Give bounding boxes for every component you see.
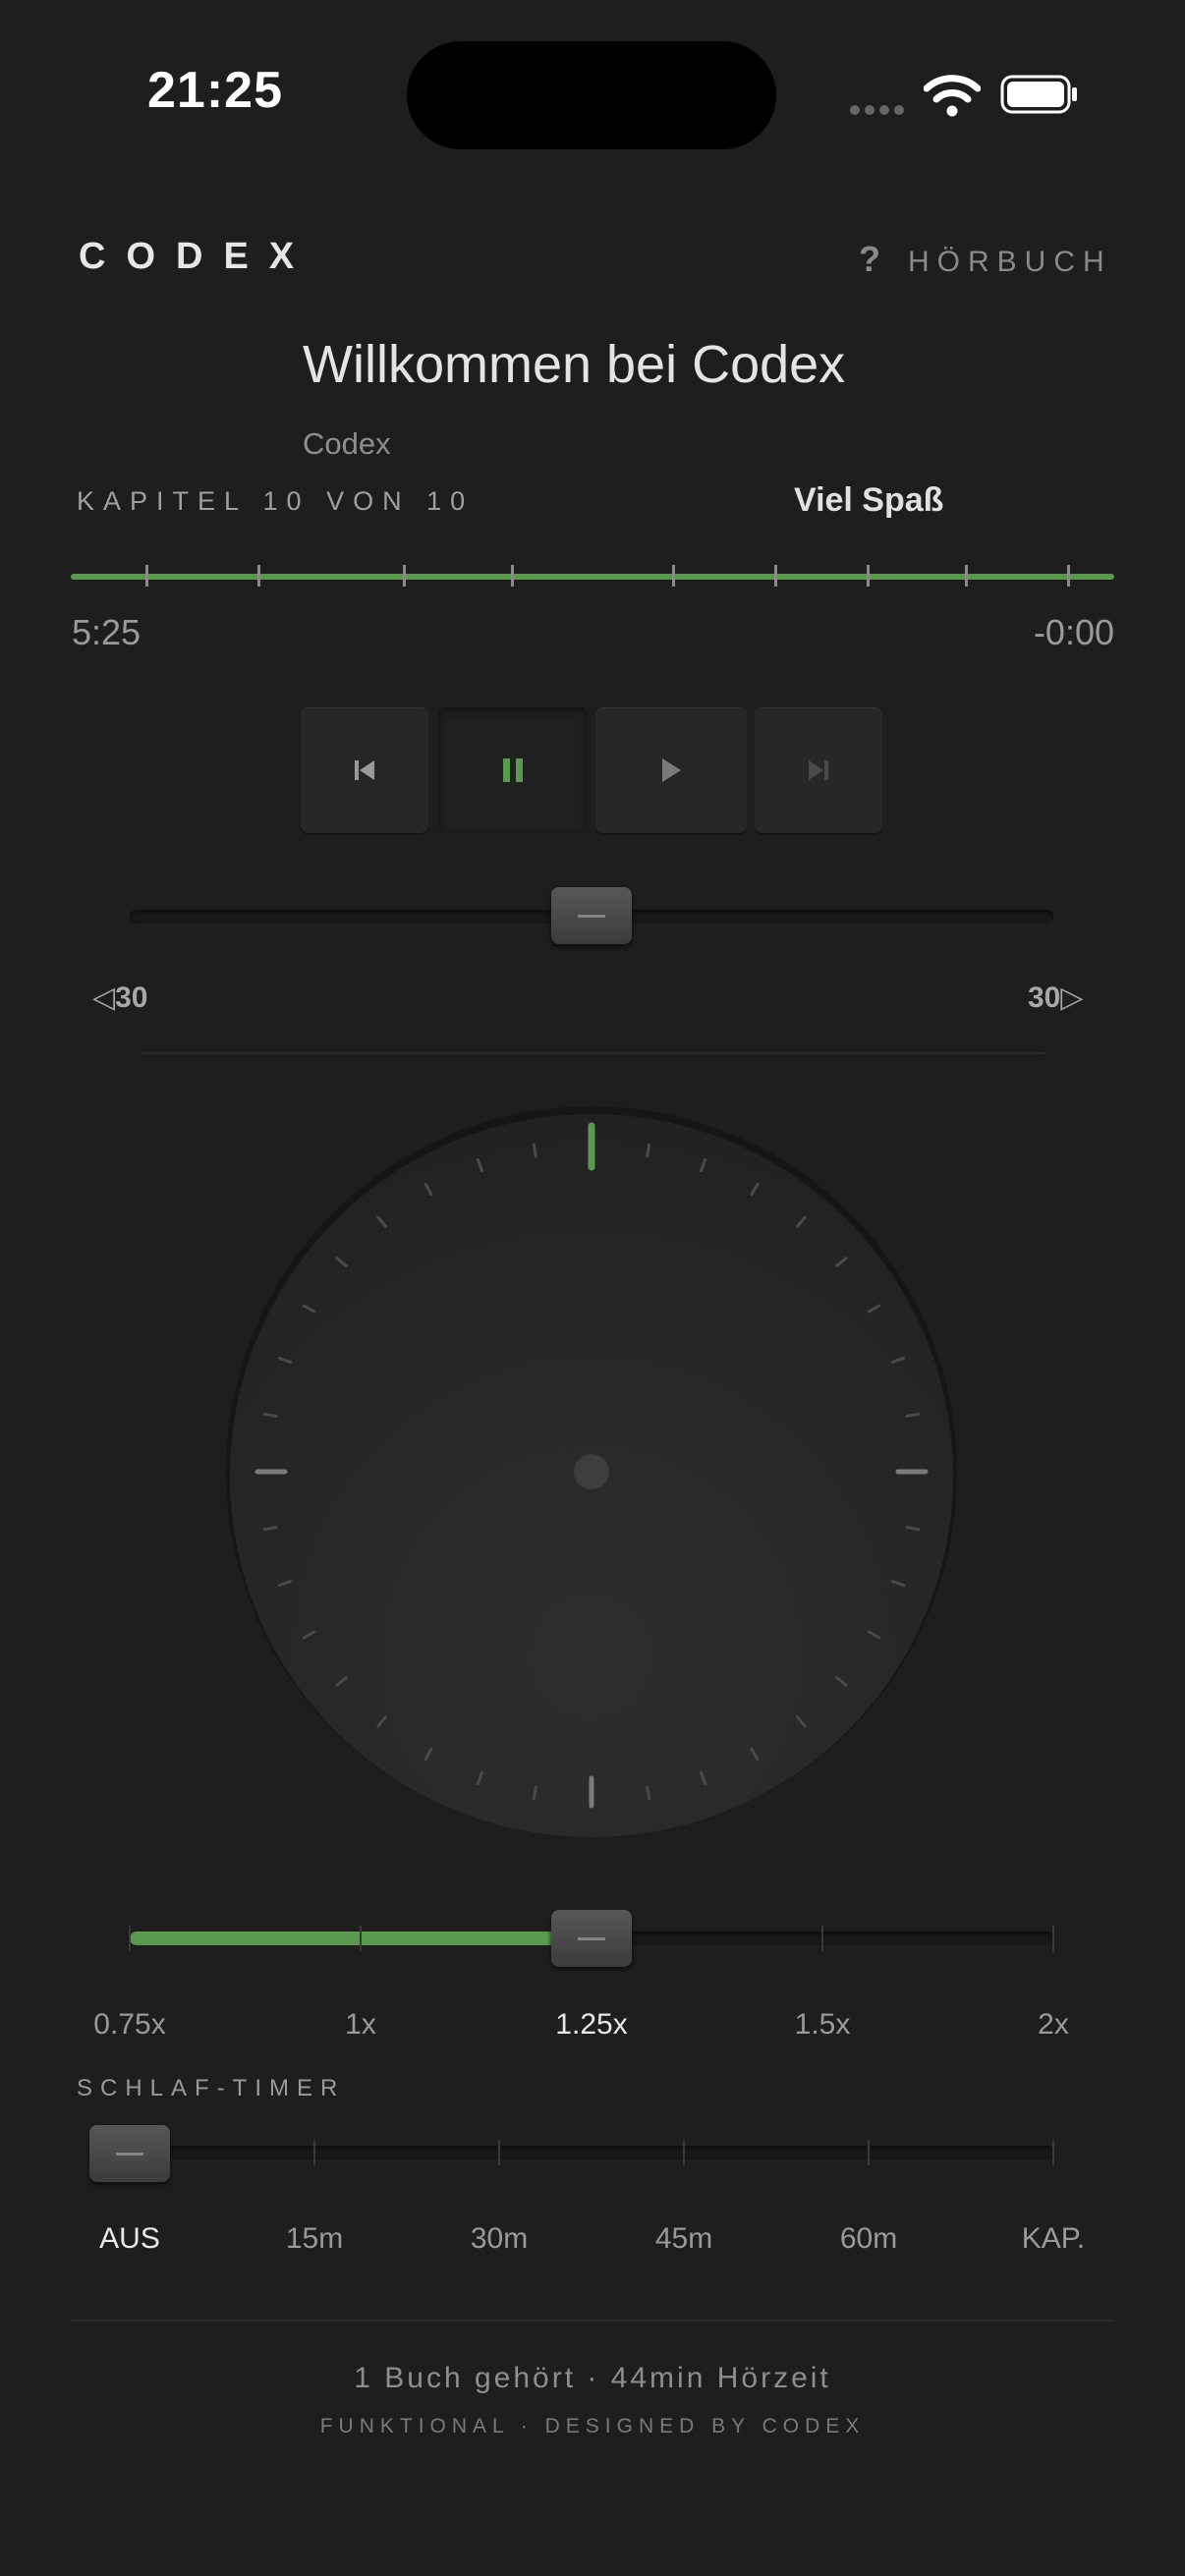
- credit-line: FUNKTIONAL · DESIGNED BY CODEX: [319, 2415, 866, 2437]
- dial-tick: [262, 1526, 278, 1532]
- sleep-timer-option[interactable]: 60m: [840, 2222, 897, 2256]
- speed-option[interactable]: 1.5x: [795, 2008, 851, 2042]
- slider-step-tick: [1052, 1926, 1054, 1951]
- skip-back-30-label[interactable]: ◁30: [92, 980, 147, 1015]
- status-time: 21:25: [147, 62, 283, 119]
- speed-option[interactable]: 1x: [345, 2008, 376, 2042]
- sleep-timer-title: SCHLAF-TIMER: [77, 2075, 346, 2101]
- previous-chapter-button[interactable]: [301, 707, 428, 833]
- next-chapter-button[interactable]: [755, 707, 882, 833]
- signal-dots-icon: [850, 102, 909, 120]
- slider-step-tick: [360, 1926, 362, 1951]
- play-button[interactable]: [595, 707, 747, 833]
- dynamic-island: [407, 41, 776, 149]
- listening-stats: 1 Buch gehört · 44min Hörzeit: [354, 2362, 831, 2394]
- sleep-timer-option[interactable]: 30m: [471, 2222, 528, 2256]
- book-title: Willkommen bei Codex: [303, 335, 846, 394]
- slider-step-tick: [313, 2140, 315, 2165]
- chapter-marker: [257, 565, 260, 587]
- chapter-marker: [145, 565, 148, 587]
- skip-back-icon: [355, 760, 374, 780]
- chapter-marker: [774, 565, 777, 587]
- slider-step-tick: [1052, 2140, 1054, 2165]
- slider-step-tick: [821, 1926, 823, 1951]
- book-author: Codex: [303, 426, 391, 461]
- slider-step-tick: [129, 1926, 131, 1951]
- dial-tick: [532, 1143, 537, 1158]
- divider: [140, 1052, 1044, 1054]
- dial-tick: [646, 1143, 651, 1158]
- sleep-timer-option[interactable]: 15m: [286, 2222, 343, 2256]
- sleep-timer-option[interactable]: 45m: [655, 2222, 712, 2256]
- slider-step-tick: [683, 2140, 685, 2165]
- footer-divider: [71, 2320, 1114, 2322]
- chapter-marker: [403, 565, 406, 587]
- elapsed-time: 5:25: [72, 612, 141, 652]
- dial-tick: [262, 1412, 278, 1418]
- dial-tick: [905, 1412, 921, 1418]
- speed-option[interactable]: 0.75x: [93, 2008, 165, 2042]
- app-brand: CODEX: [79, 236, 315, 277]
- dial-tick: [646, 1785, 651, 1801]
- jog-dial[interactable]: [224, 1104, 959, 1839]
- chapter-marker: [867, 565, 870, 587]
- pause-icon: [503, 758, 523, 782]
- pause-button[interactable]: [438, 707, 588, 833]
- battery-icon: [1000, 75, 1077, 114]
- slider-step-tick: [868, 2140, 870, 2165]
- chapter-marker: [672, 565, 675, 587]
- speed-option[interactable]: 2x: [1038, 2008, 1069, 2042]
- dial-center: [574, 1454, 609, 1489]
- skip-slider-thumb[interactable]: [551, 887, 632, 944]
- chapter-marker: [965, 565, 968, 587]
- sleep-timer-thumb[interactable]: [89, 2125, 170, 2182]
- chapter-marker: [1067, 565, 1070, 587]
- remaining-time: -0:00: [1033, 612, 1114, 652]
- help-button[interactable]: ?: [859, 239, 880, 280]
- audiobook-mode-button[interactable]: HÖRBUCH: [908, 246, 1112, 279]
- skip-forward-icon: [809, 760, 828, 780]
- sleep-timer-option[interactable]: AUS: [99, 2222, 160, 2256]
- skip-forward-30-label[interactable]: 30▷: [1028, 980, 1083, 1015]
- dial-tick: [905, 1526, 921, 1532]
- progress-fill: [71, 574, 1114, 580]
- play-icon: [662, 758, 681, 782]
- sleep-timer-option[interactable]: KAP.: [1022, 2222, 1086, 2256]
- speed-slider-thumb[interactable]: [551, 1910, 632, 1967]
- chapter-title: Viel Spaß: [794, 481, 944, 519]
- wifi-icon: [924, 75, 981, 117]
- chapter-indicator: KAPITEL 10 VON 10: [77, 486, 475, 516]
- dial-tick: [532, 1785, 537, 1801]
- speed-option[interactable]: 1.25x: [555, 2008, 627, 2042]
- chapter-marker: [511, 565, 514, 587]
- slider-step-tick: [498, 2140, 500, 2165]
- sleep-timer-track[interactable]: [130, 2146, 1053, 2159]
